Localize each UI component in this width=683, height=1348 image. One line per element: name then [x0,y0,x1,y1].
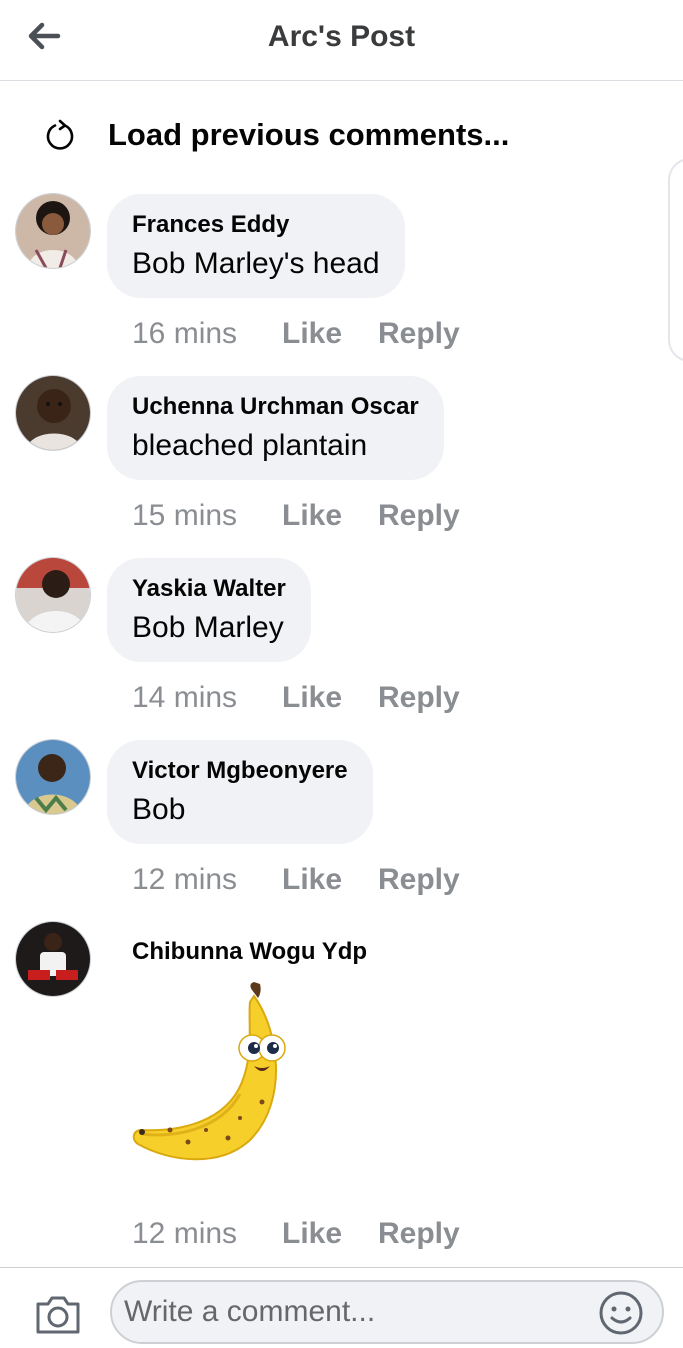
reply-button[interactable]: Reply [378,681,460,715]
page-title: Arc's Post [267,20,416,53]
comment-text: Bob Marley [132,611,284,644]
side-panel-edge [668,158,683,362]
comment-author[interactable]: Chibunna Wogu Ydp [132,938,367,966]
like-button[interactable]: Like [282,499,378,533]
comment-actions: 12 mins Like Reply [132,1214,460,1254]
comment-time: 14 mins [132,681,238,714]
top-bar: Arc's Post [0,0,683,81]
comment-time: 15 mins [132,499,238,532]
like-button[interactable]: Like [282,863,378,897]
comment-bubble: Frances Eddy Bob Marley's head [107,194,405,298]
comment-bubble: Uchenna Urchman Oscar bleached plantain [107,376,444,480]
avatar[interactable] [16,558,90,632]
reply-button[interactable]: Reply [378,1217,460,1251]
avatar[interactable] [16,922,90,996]
comment-time: 12 mins [132,863,238,896]
avatar[interactable] [16,740,90,814]
comment-author[interactable]: Victor Mgbeonyere [132,756,348,786]
camera-icon[interactable] [34,1292,82,1336]
reply-button[interactable]: Reply [378,317,460,351]
banana-sticker[interactable] [130,982,300,1172]
load-previous-comments-button[interactable]: Load previous comments... [44,112,509,158]
comment-author[interactable]: Uchenna Urchman Oscar [132,392,419,422]
avatar[interactable] [16,194,90,268]
comment-actions: 14 mins Like Reply [132,678,460,718]
load-previous-label: Load previous comments... [108,117,510,152]
comment-actions: 16 mins Like Reply [132,314,460,354]
reply-button[interactable]: Reply [378,863,460,897]
comment-input[interactable] [110,1280,664,1344]
like-button[interactable]: Like [282,681,378,715]
comment-bubble: Yaskia Walter Bob Marley [107,558,311,662]
comment-bubble: Victor Mgbeonyere Bob [107,740,373,844]
smiley-icon[interactable] [598,1290,644,1336]
refresh-icon [46,119,74,150]
comment-time: 12 mins [132,1217,238,1250]
comment-author[interactable]: Frances Eddy [132,210,380,240]
like-button[interactable]: Like [282,1217,378,1251]
avatar[interactable] [16,376,90,450]
reply-button[interactable]: Reply [378,499,460,533]
comment-actions: 12 mins Like Reply [132,860,460,900]
comment-text: Bob Marley's head [132,247,380,280]
comment-time: 16 mins [132,317,238,350]
comment-text: Bob [132,793,186,826]
comment-actions: 15 mins Like Reply [132,496,460,536]
like-button[interactable]: Like [282,317,378,351]
comment-text: bleached plantain [132,429,368,462]
comment-composer [0,1267,683,1348]
comment-author[interactable]: Yaskia Walter [132,574,286,604]
